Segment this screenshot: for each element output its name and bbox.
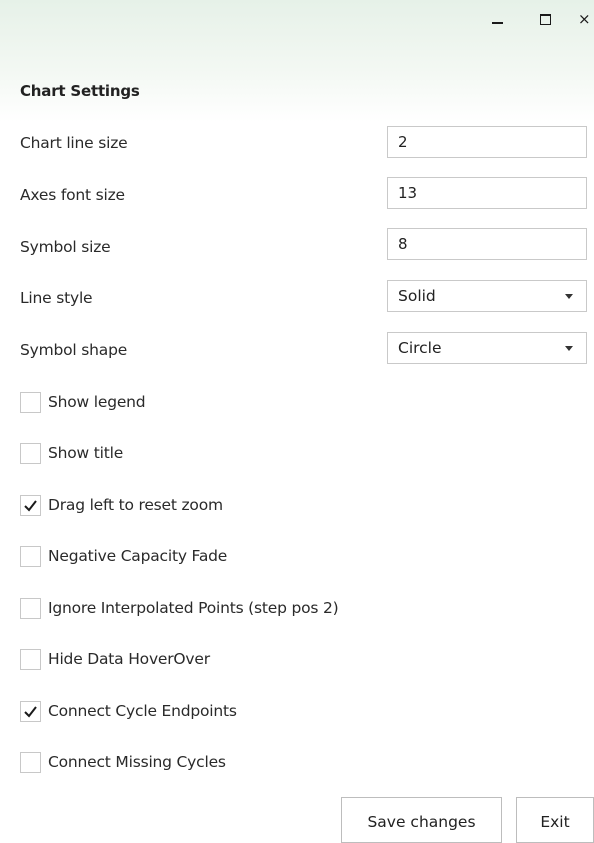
symbol-size-label: Symbol size <box>20 238 111 256</box>
ignore-interpolated-points-option[interactable]: Ignore Interpolated Points (step pos 2) <box>20 596 339 620</box>
ignore-interpolated-points-checkbox[interactable] <box>20 597 41 619</box>
chart-line-size-input[interactable] <box>387 126 587 158</box>
show-legend-option[interactable]: Show legend <box>20 390 146 414</box>
negative-capacity-fade-option[interactable]: Negative Capacity Fade <box>20 544 227 568</box>
line-style-label: Line style <box>20 289 93 307</box>
drag-left-reset-zoom-label: Drag left to reset zoom <box>48 496 223 514</box>
ignore-interpolated-points-label: Ignore Interpolated Points (step pos 2) <box>48 599 339 617</box>
checkmark-icon <box>24 705 37 718</box>
axes-font-size-label: Axes font size <box>20 186 125 204</box>
symbol-size-input[interactable] <box>387 228 587 260</box>
hide-data-hoverover-label: Hide Data HoverOver <box>48 650 210 668</box>
connect-missing-cycles-checkbox[interactable] <box>20 751 41 773</box>
hide-data-hoverover-option[interactable]: Hide Data HoverOver <box>20 647 210 671</box>
chevron-down-icon <box>565 293 573 299</box>
connect-cycle-endpoints-label: Connect Cycle Endpoints <box>48 702 237 720</box>
close-button[interactable]: × <box>578 6 594 32</box>
maximize-button[interactable] <box>532 6 558 32</box>
symbol-shape-select[interactable]: Circle <box>387 332 587 364</box>
chevron-down-icon <box>565 345 573 351</box>
show-title-checkbox[interactable] <box>20 442 41 464</box>
axes-font-size-input[interactable] <box>387 177 587 209</box>
symbol-shape-value: Circle <box>398 339 442 357</box>
connect-missing-cycles-label: Connect Missing Cycles <box>48 753 226 771</box>
show-title-label: Show title <box>48 444 124 462</box>
exit-button[interactable]: Exit <box>516 797 594 843</box>
maximize-icon <box>539 13 551 25</box>
negative-capacity-fade-checkbox[interactable] <box>20 545 41 567</box>
show-legend-label: Show legend <box>48 393 146 411</box>
drag-left-reset-zoom-checkbox[interactable] <box>20 494 41 516</box>
show-legend-checkbox[interactable] <box>20 391 41 413</box>
show-title-option[interactable]: Show title <box>20 441 123 465</box>
checkmark-icon <box>24 499 37 512</box>
negative-capacity-fade-label: Negative Capacity Fade <box>48 547 228 565</box>
chart-line-size-label: Chart line size <box>20 134 128 152</box>
connect-cycle-endpoints-option[interactable]: Connect Cycle Endpoints <box>20 699 237 723</box>
drag-left-reset-zoom-option[interactable]: Drag left to reset zoom <box>20 493 223 517</box>
line-style-select[interactable]: Solid <box>387 280 587 312</box>
minimize-button[interactable] <box>484 6 510 32</box>
line-style-value: Solid <box>398 287 436 305</box>
connect-cycle-endpoints-checkbox[interactable] <box>20 700 41 722</box>
close-icon: × <box>578 9 591 28</box>
save-changes-button[interactable]: Save changes <box>341 797 502 843</box>
symbol-shape-label: Symbol shape <box>20 341 128 359</box>
connect-missing-cycles-option[interactable]: Connect Missing Cycles <box>20 750 226 774</box>
minimize-icon <box>491 22 503 24</box>
dialog-title: Chart Settings <box>20 82 140 100</box>
hide-data-hoverover-checkbox[interactable] <box>20 648 41 670</box>
